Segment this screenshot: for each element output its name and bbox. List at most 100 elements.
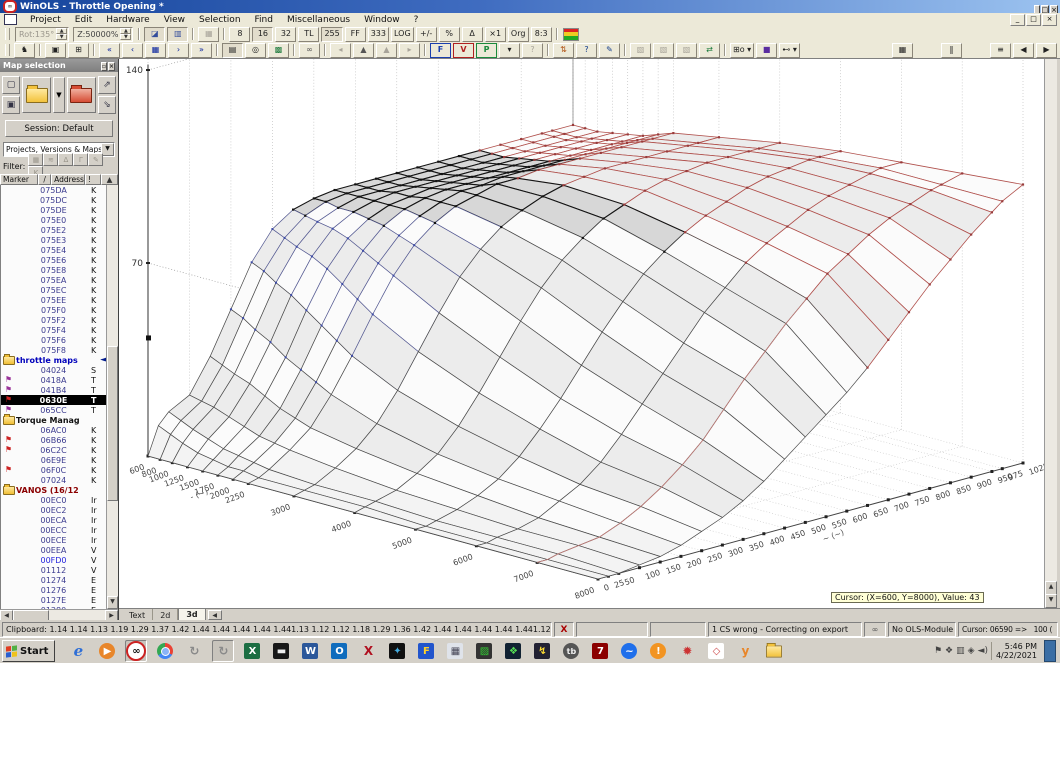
winols-icon[interactable]: ∞ <box>125 640 148 662</box>
scroll-down-icon[interactable]: ▼ <box>107 596 118 609</box>
map-row[interactable]: 00EC2 Ir <box>1 505 107 515</box>
throttle-map-3d-view[interactable]: 140 70 600 800 1000 1250 1500 1750 2000 2250 3000 4… <box>119 59 1044 609</box>
map-row[interactable]: 075EC K <box>1 285 107 295</box>
map-row[interactable]: 00ECE Ir <box>1 535 107 545</box>
help-icon[interactable]: ? <box>576 42 597 58</box>
context-help-icon[interactable]: ? <box>522 42 543 58</box>
show-factory-icon[interactable]: F <box>430 42 451 58</box>
hexdump-window-icon[interactable]: ▩ <box>268 42 289 58</box>
map-row[interactable]: ⚑ 06C2C K <box>1 445 107 455</box>
last-map-icon[interactable]: » <box>191 42 212 58</box>
map-row[interactable]: 01112 V <box>1 565 107 575</box>
display-delta-icon[interactable]: Δ <box>461 26 483 42</box>
calculator-icon[interactable]: ▦ <box>444 640 466 662</box>
map-row[interactable]: 075E8 K <box>1 265 107 275</box>
mdi-minimize-icon[interactable]: _ <box>1010 13 1025 26</box>
excel-icon[interactable]: X <box>241 640 263 662</box>
map-row[interactable]: 00FD0 V <box>1 555 107 565</box>
add-version-button[interactable]: ⇘ <box>97 96 116 114</box>
map-row[interactable]: 075F2 K <box>1 315 107 325</box>
map-folder-row[interactable]: Torque Manag <box>1 413 107 425</box>
view-split-icon[interactable]: ▦ <box>198 26 220 42</box>
open-project-button[interactable] <box>22 77 52 113</box>
scroll-thumb[interactable] <box>107 346 118 501</box>
map-row[interactable]: ⚑ 041B4 T <box>1 385 107 395</box>
tray-icon-4[interactable]: ◈ <box>968 646 975 656</box>
map-list-vscrollbar[interactable]: ▼ <box>106 185 118 609</box>
whats-this-icon[interactable]: ✎ <box>599 42 620 58</box>
menu-?[interactable]: ? <box>407 15 426 25</box>
map-row[interactable]: 0127E E <box>1 595 107 605</box>
map-row[interactable]: 075DA K <box>1 185 107 195</box>
mdi-restore-icon[interactable]: □ <box>1026 13 1041 26</box>
statistics-icon[interactable]: ▧ <box>630 42 651 58</box>
tray-icon-5[interactable]: ◄) <box>978 646 988 656</box>
map-row[interactable]: 07024 K <box>1 475 107 485</box>
map-row[interactable]: 075F0 K <box>1 305 107 315</box>
lightning-icon[interactable]: ↯ <box>531 640 553 662</box>
filter-button-5[interactable]: ✎ <box>88 153 104 166</box>
folder-win-icon[interactable] <box>763 640 785 662</box>
tile-windows-icon[interactable]: ▦ <box>892 42 913 58</box>
map-folder-row[interactable]: VANOS (16/12 <box>1 483 107 495</box>
profile-icon[interactable]: ♞ <box>14 42 35 58</box>
tray-icon-2[interactable]: ❖ <box>945 646 953 656</box>
map-row[interactable]: ⚑ 0630E T <box>1 395 107 405</box>
map-row[interactable]: 075DE K <box>1 205 107 215</box>
word-icon[interactable]: W <box>299 640 321 662</box>
display-decimal-icon[interactable]: 255 <box>321 26 343 42</box>
filter-button-2[interactable]: ≋ <box>43 153 59 166</box>
app-x-icon[interactable]: X <box>357 640 379 662</box>
gear-red-icon[interactable]: ✹ <box>676 640 698 662</box>
map-row[interactable]: 01276 E <box>1 585 107 595</box>
thunderbird-icon[interactable]: ~ <box>618 640 640 662</box>
next-window-icon[interactable]: ▶ <box>1036 42 1057 58</box>
map-row[interactable]: 075E0 K <box>1 215 107 225</box>
display-sign-icon[interactable]: +/- <box>415 26 437 42</box>
show-version-icon[interactable]: V <box>453 42 474 58</box>
filter-button-4[interactable]: Γ <box>73 153 89 166</box>
cube-outline-icon[interactable]: ◇ <box>705 640 727 662</box>
edit-map-icon[interactable]: ▧ <box>653 42 674 58</box>
sort-arrow-icon[interactable]: ▲ <box>101 174 118 185</box>
functions-icon[interactable]: ▧ <box>676 42 697 58</box>
map-row[interactable]: ⚑ 0418A T <box>1 375 107 385</box>
session-button[interactable]: Session: Default <box>5 120 113 137</box>
panel-close-icon[interactable]: × <box>107 62 115 71</box>
outlook-icon[interactable]: O <box>328 640 350 662</box>
clipboard-delete-icon[interactable]: X <box>554 622 574 637</box>
map-tool-icon[interactable]: ▨ <box>473 640 495 662</box>
map-row[interactable]: 06AC0 K <box>1 425 107 435</box>
map-row[interactable]: 00ECA Ir <box>1 515 107 525</box>
precision-16bit-icon[interactable]: 16 <box>252 26 274 42</box>
display-percent-icon[interactable]: % <box>438 26 460 42</box>
rotation-field[interactable]: Rot:135° ▲ ▼ <box>15 26 70 42</box>
map-row[interactable]: 00ECC Ir <box>1 525 107 535</box>
map-row[interactable]: 01274 E <box>1 575 107 585</box>
clock[interactable]: 5:46 PM 4/22/2021 <box>990 642 1041 660</box>
display-original-icon[interactable]: Org <box>507 26 529 42</box>
tab-scroll-left-icon[interactable]: ◀ <box>207 610 222 620</box>
chrome-icon[interactable] <box>154 640 176 662</box>
filter-button-3[interactable]: Δ <box>58 153 74 166</box>
map-row[interactable]: 075EE K <box>1 295 107 305</box>
panel-pin-icon[interactable]: ▫ <box>100 62 107 71</box>
display-ratio-icon[interactable]: 8:3 <box>530 26 552 42</box>
map-row[interactable]: 075DC K <box>1 195 107 205</box>
map-row[interactable]: ⚑ 06B66 K <box>1 435 107 445</box>
menu-view[interactable]: View <box>157 15 192 25</box>
map-row[interactable]: 075E2 K <box>1 225 107 235</box>
display-highlow-icon[interactable]: LOG <box>391 26 414 42</box>
view-3d-toggle-icon[interactable]: ◪ <box>144 26 166 42</box>
show-dropdown-icon[interactable]: ▾ <box>499 42 520 58</box>
next-map-icon[interactable]: › <box>168 42 189 58</box>
column-address[interactable]: Address <box>51 174 85 185</box>
map-row[interactable]: 075EA K <box>1 275 107 285</box>
menu-edit[interactable]: Edit <box>68 15 99 25</box>
prev-difference-icon[interactable]: ◂ <box>330 42 351 58</box>
precision-float-icon[interactable]: TL <box>298 26 320 42</box>
window-overview-icon[interactable]: ⊞ <box>68 42 89 58</box>
cube-green-icon[interactable]: ❖ <box>502 640 524 662</box>
sync-icon-2[interactable]: ↻ <box>212 640 235 662</box>
map-grid-icon[interactable]: ▦ <box>145 42 166 58</box>
